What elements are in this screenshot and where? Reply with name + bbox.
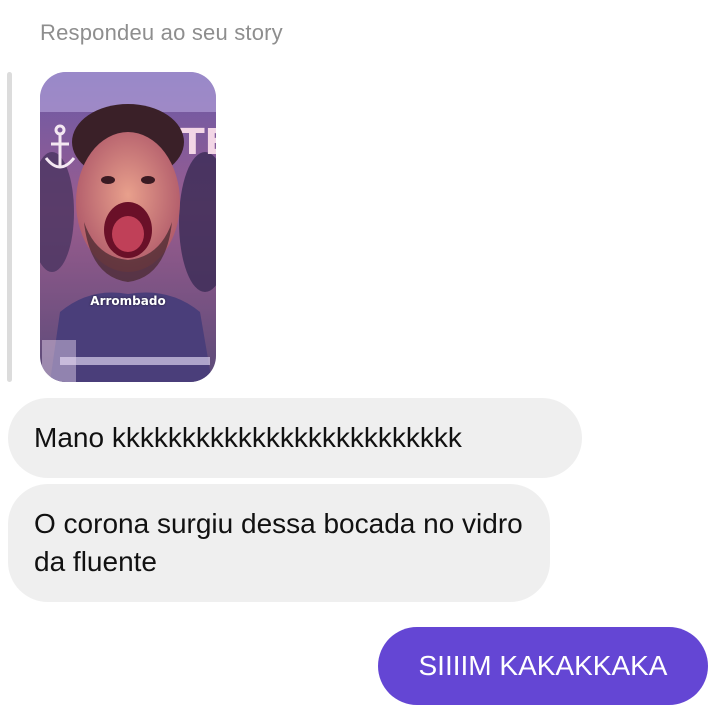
incoming-message-bubble[interactable]: O corona surgiu dessa bocada no vidro da… [8,484,550,602]
story-caption: Arrombado [90,294,166,308]
story-reply-label: Respondeu ao seu story [40,20,283,45]
outgoing-message-bubble[interactable]: SIIIIM KAKAKKAKA [378,627,708,705]
story-photo: NTE [40,72,216,382]
incoming-message-bubble[interactable]: Mano kkkkkkkkkkkkkkkkkkkkkkkkk [8,398,582,478]
story-thumbnail[interactable]: NTE Arrombado [40,72,216,382]
reply-indicator-bar [7,72,12,382]
